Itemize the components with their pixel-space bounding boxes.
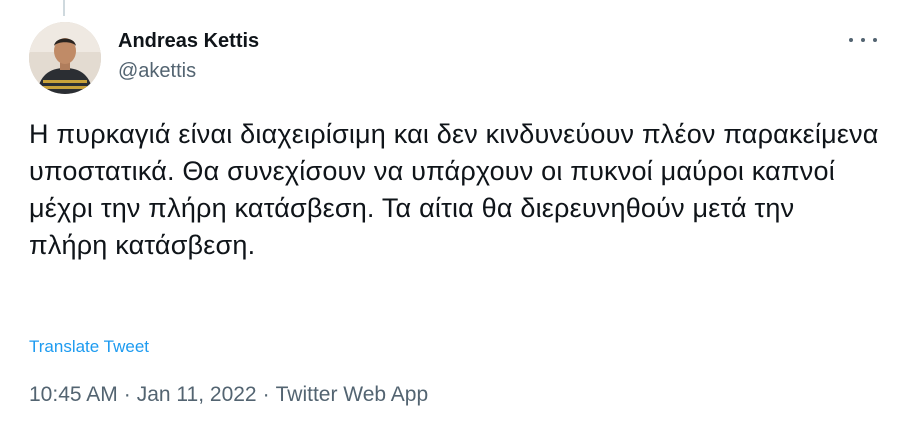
tweet-author: Andreas Kettis @akettis xyxy=(118,28,259,84)
tweet-source[interactable]: Twitter Web App xyxy=(276,383,429,406)
thread-connector-line xyxy=(63,0,65,16)
avatar[interactable] xyxy=(29,22,101,94)
more-horizontal-icon-dot xyxy=(861,38,865,42)
translate-tweet-link[interactable]: Translate Tweet xyxy=(29,337,149,357)
tweet-text: Η πυρκαγιά είναι διαχειρίσιμη και δεν κι… xyxy=(29,119,879,260)
author-handle[interactable]: @akettis xyxy=(118,58,259,84)
more-horizontal-icon xyxy=(849,38,853,42)
meta-separator: · xyxy=(262,383,270,406)
tweet-time[interactable]: 10:45 AM xyxy=(29,383,118,406)
author-display-name[interactable]: Andreas Kettis xyxy=(118,28,259,54)
user-avatar-icon xyxy=(29,22,101,94)
meta-separator: · xyxy=(123,383,131,406)
more-options-button[interactable] xyxy=(849,32,877,48)
tweet-metadata: 10:45 AM · Jan 11, 2022 · Twitter Web App xyxy=(29,383,428,407)
tweet-date[interactable]: Jan 11, 2022 xyxy=(137,383,257,406)
more-horizontal-icon-dot xyxy=(873,38,877,42)
